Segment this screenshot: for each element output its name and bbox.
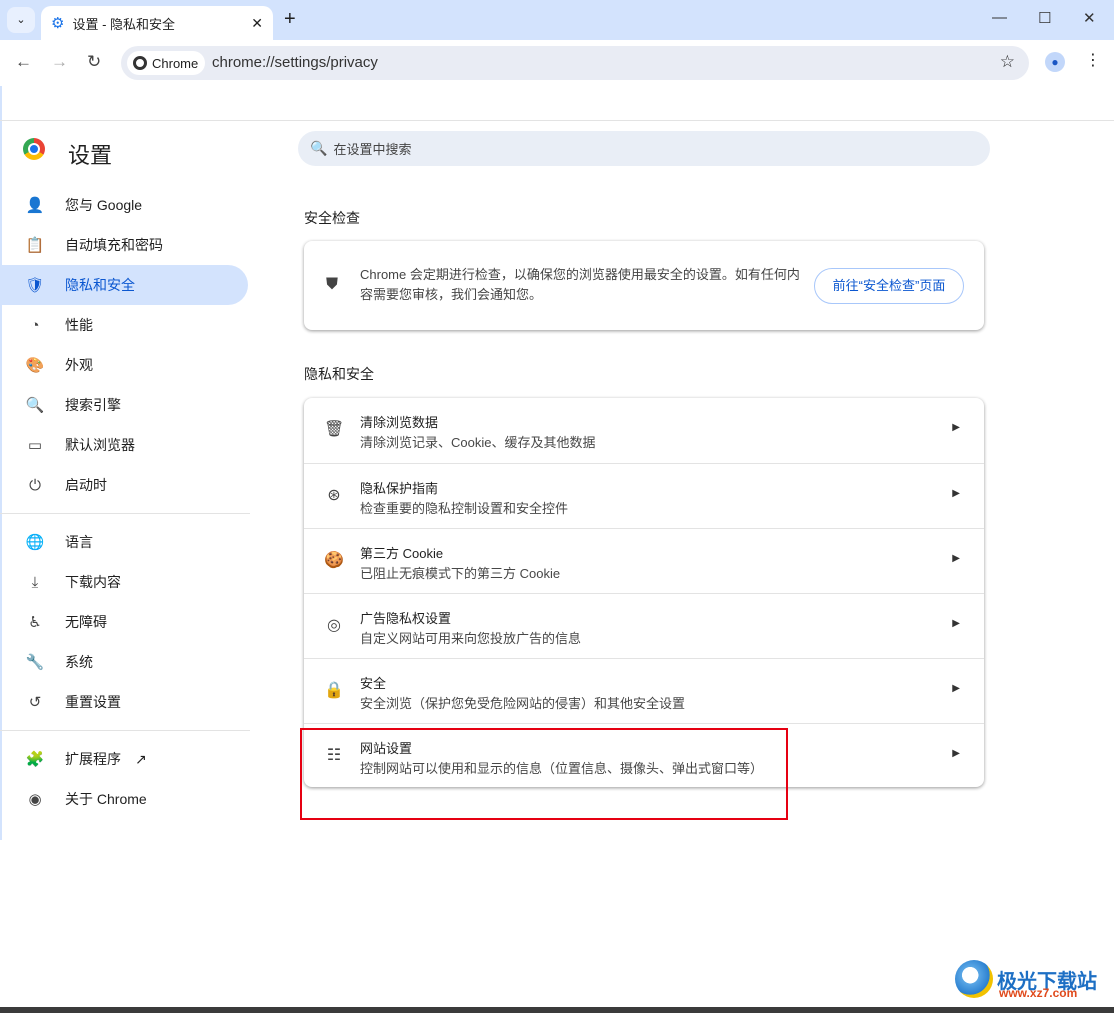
history-icon: ↺ (28, 694, 42, 711)
close-window-button[interactable]: ✕ (1083, 9, 1096, 27)
back-button[interactable]: ← (15, 52, 32, 72)
palette-icon: 🎨 (25, 357, 45, 374)
page-title: 设置 (68, 143, 113, 168)
chrome-icon (133, 56, 147, 70)
settings-row[interactable]: 🗑 清除浏览数据 清除浏览记录、Cookie、缓存及其他数据 ▶ (304, 398, 984, 463)
profile-avatar[interactable]: ● (1045, 52, 1065, 72)
clipboard-icon: 📋 (25, 237, 45, 254)
highlight-box (300, 728, 788, 820)
sidebar-item[interactable]: 🧩 扩展程序 ↗ (0, 739, 248, 779)
sidebar-item[interactable]: 🛡 隐私和安全 (0, 265, 248, 305)
menu-kebab-icon[interactable]: ⋮ (1085, 50, 1101, 70)
sidebar-item[interactable]: ↺ 重置设置 (0, 682, 248, 722)
chrome-logo (23, 138, 45, 160)
close-tab-icon[interactable]: ✕ (251, 15, 263, 32)
safety-check-text: Chrome 会定期进行检查，以确保您的浏览器使用最安全的设置。如有任何内容需要… (360, 267, 800, 302)
arrow-right-icon: ▶ (952, 553, 960, 564)
ad-privacy-icon: ◎ (327, 617, 341, 634)
toolbar: ← → ↻ Chrome chrome://settings/privacy ☆… (0, 40, 1114, 86)
settings-search-input[interactable]: 🔍 在设置中搜索 (298, 131, 990, 166)
arrow-right-icon: ▶ (952, 422, 960, 433)
sidebar-item[interactable]: ◉ 关于 Chrome (0, 779, 248, 819)
taskbar-edge (0, 1007, 1114, 1013)
divider (0, 120, 1114, 121)
reload-button[interactable]: ↻ (87, 52, 101, 72)
watermark: 极光下载站 www.xz7.com (955, 960, 1097, 1000)
sidebar-item[interactable]: 🎨 外观 (0, 345, 248, 385)
puzzle-icon: 🧩 (25, 751, 45, 768)
sidebar-item[interactable]: ⏻ 启动时 (0, 465, 248, 505)
sidebar-divider (0, 513, 250, 514)
tab-search-button[interactable]: ⌄ (7, 7, 35, 33)
accessibility-icon: ♿ (28, 614, 42, 631)
chevron-down-icon: ⌄ (16, 14, 26, 26)
compass-icon: ⊛ (327, 487, 341, 504)
sidebar-item[interactable]: 🔍 搜索引擎 (0, 385, 248, 425)
tab-title: 设置 - 隐私和安全 (72, 16, 176, 32)
title-bar: ⌄ ⚙ 设置 - 隐私和安全 ✕ + — ☐ ✕ (0, 0, 1114, 40)
sidebar-item[interactable]: ▭ 默认浏览器 (0, 425, 248, 465)
arrow-right-icon: ▶ (952, 748, 960, 759)
sidebar-item[interactable]: ⤓ 下载内容 (0, 562, 248, 602)
tab-settings[interactable]: ⚙ 设置 - 隐私和安全 ✕ (41, 6, 273, 40)
browser-icon: ▭ (27, 437, 43, 454)
download-icon: ⤓ (31, 573, 39, 591)
wrench-icon: 🔧 (25, 654, 45, 671)
watermark-logo (955, 960, 993, 998)
sidebar-item[interactable]: ♿ 无障碍 (0, 602, 248, 642)
shield-icon: ⛊ (326, 276, 339, 293)
new-tab-button[interactable]: + (284, 8, 296, 31)
sidebar-item[interactable]: ◔ 性能 (0, 305, 248, 345)
arrow-right-icon: ▶ (952, 683, 960, 694)
safety-check-heading: 安全检查 (304, 210, 360, 226)
settings-row[interactable]: 🍪 第三方 Cookie 已阻止无痕模式下的第三方 Cookie ▶ (304, 528, 984, 593)
sidebar-divider (0, 730, 250, 731)
bookmark-star-icon[interactable]: ☆ (1000, 52, 1015, 72)
sidebar-item[interactable]: 🌐 语言 (0, 522, 248, 562)
cookie-icon: 🍪 (324, 552, 344, 569)
maximize-button[interactable]: ☐ (1038, 9, 1051, 27)
go-to-safety-check-button[interactable]: 前往“安全检查”页面 (814, 268, 964, 304)
arrow-right-icon: ▶ (952, 618, 960, 629)
sidebar-item[interactable]: 👤 您与 Google (0, 185, 248, 225)
search-icon: 🔍 (25, 397, 45, 414)
forward-button[interactable]: → (51, 52, 68, 72)
arrow-right-icon: ▶ (952, 488, 960, 499)
trash-icon: 🗑 (324, 421, 345, 438)
settings-row[interactable]: ◎ 广告隐私权设置 自定义网站可用来向您投放广告的信息 ▶ (304, 593, 984, 658)
settings-row[interactable]: ⊛ 隐私保护指南 检查重要的隐私控制设置和安全控件 ▶ (304, 463, 984, 528)
chrome-icon: ◉ (28, 791, 42, 808)
sidebar-item[interactable]: 📋 自动填充和密码 (0, 225, 248, 265)
lock-icon: 🔒 (324, 682, 344, 699)
safety-check-card: ⛊ Chrome 会定期进行检查，以确保您的浏览器使用最安全的设置。如有任何内容… (304, 241, 984, 330)
person-icon: 👤 (25, 197, 45, 214)
power-icon: ⏻ (29, 476, 41, 494)
external-link-icon: ↗ (135, 750, 147, 767)
minimize-button[interactable]: — (992, 9, 1007, 26)
settings-row[interactable]: 🔒 安全 安全浏览（保护您免受危险网站的侵害）和其他安全设置 ▶ (304, 658, 984, 723)
search-icon: 🔍 (310, 140, 328, 156)
speedometer-icon: ◔ (30, 316, 40, 334)
sidebar-item[interactable]: 🔧 系统 (0, 642, 248, 682)
url-text[interactable]: chrome://settings/privacy (212, 54, 378, 71)
site-info-chip[interactable]: Chrome (127, 51, 205, 75)
globe-icon: 🌐 (25, 534, 45, 551)
gear-icon: ⚙ (51, 15, 65, 32)
privacy-heading: 隐私和安全 (304, 366, 374, 382)
address-bar[interactable]: Chrome chrome://settings/privacy ☆ (121, 46, 1029, 80)
shield-icon: 🛡 (25, 277, 45, 294)
